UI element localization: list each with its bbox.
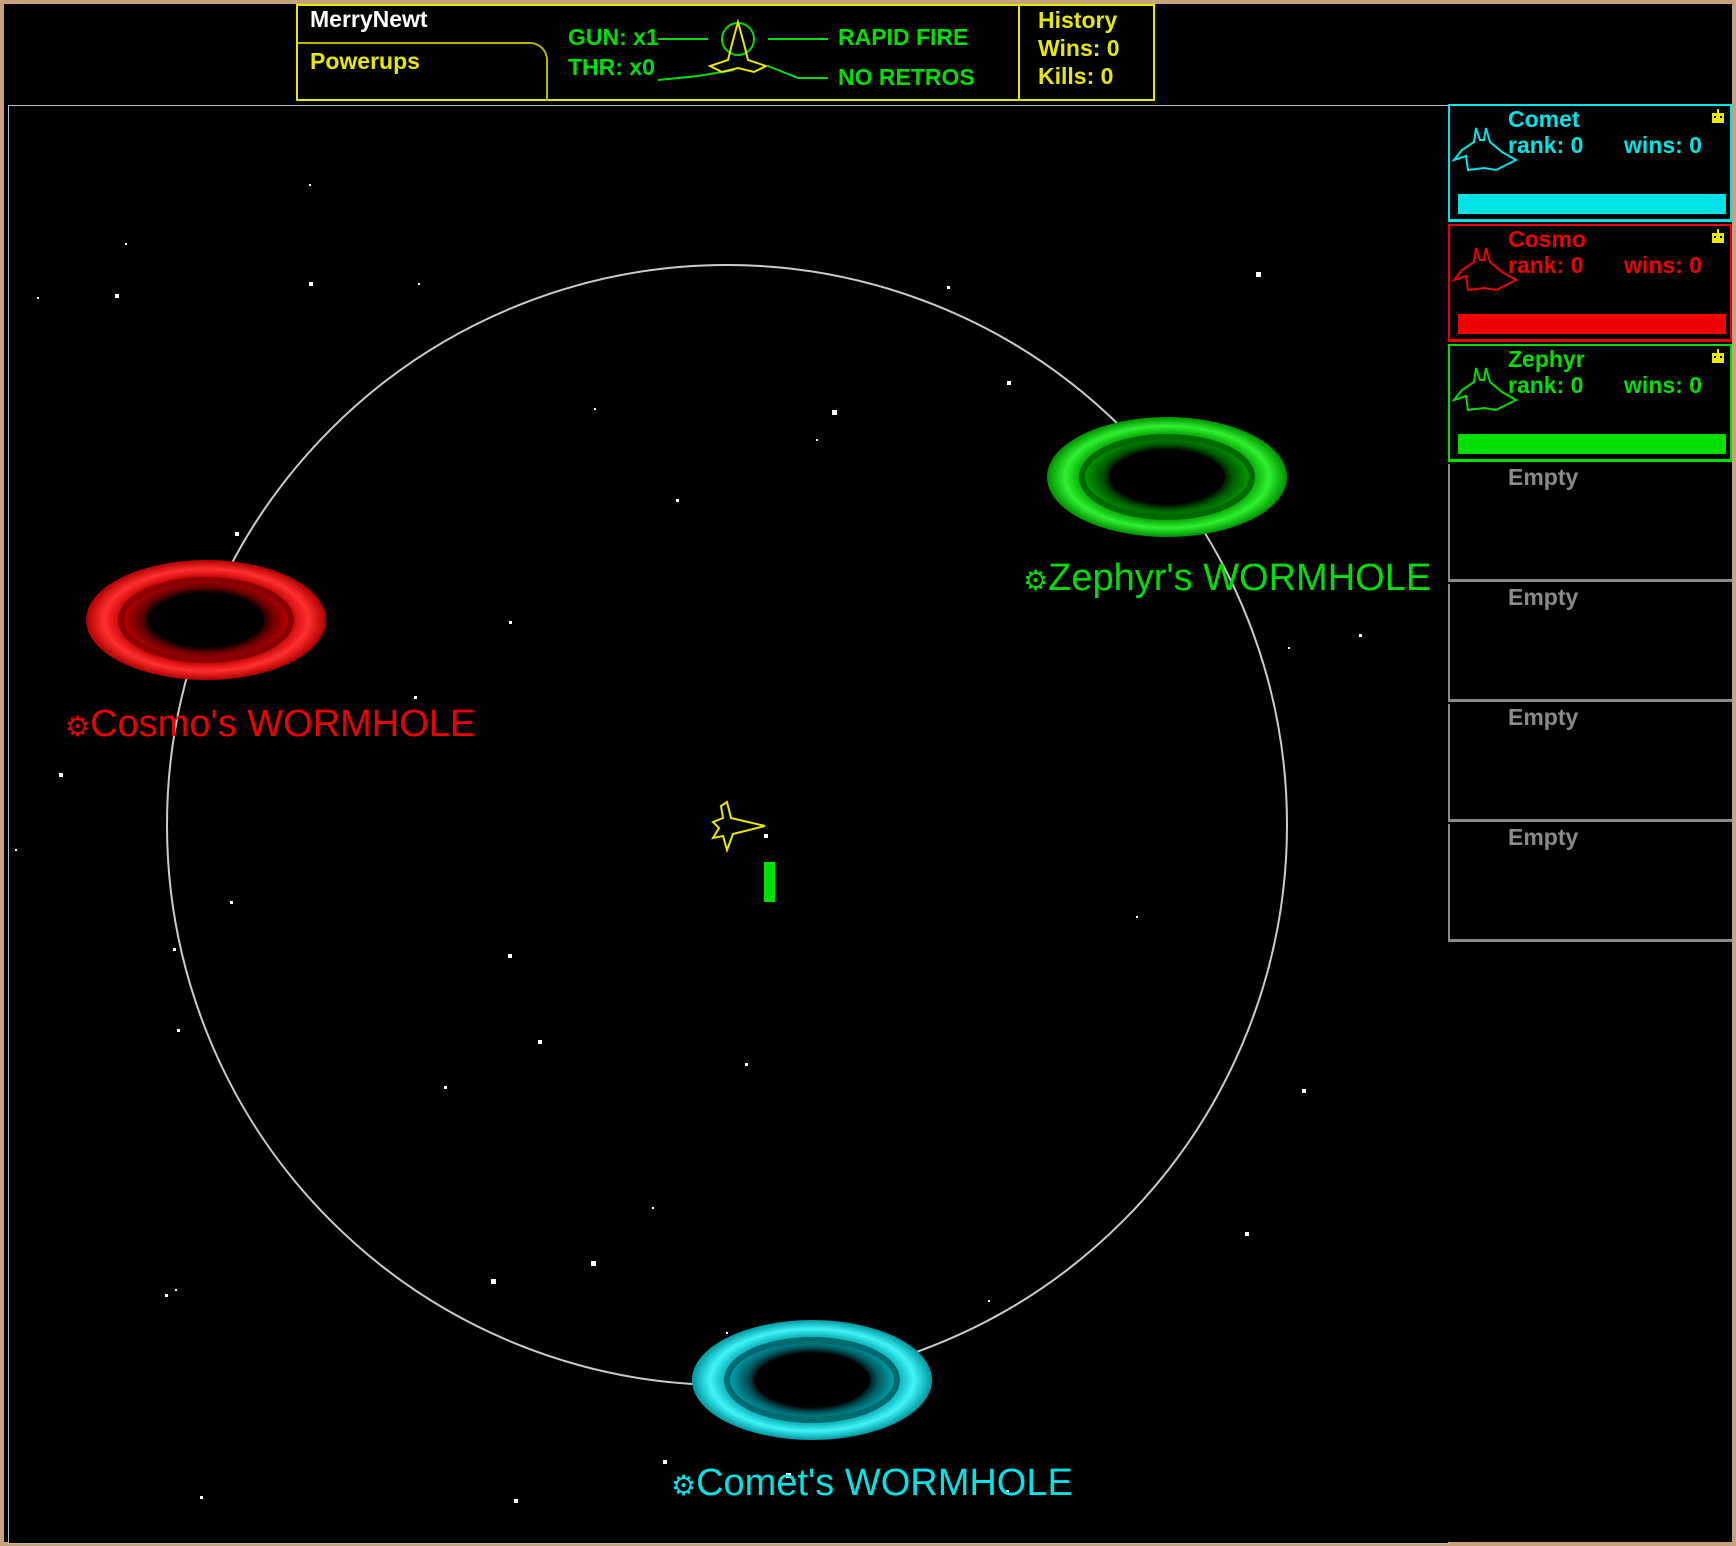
- gear-icon: ⚙: [65, 711, 91, 742]
- empty-slot-label: Empty: [1508, 704, 1579, 730]
- empty-slot[interactable]: Empty: [1448, 824, 1732, 942]
- player-health-bar: [1458, 434, 1726, 454]
- comet-wormhole-label: ⚙Comet's WORMHOLE: [671, 1462, 1073, 1504]
- player-wins: wins: 0: [1624, 132, 1702, 158]
- history-label: History: [1038, 7, 1118, 33]
- robot-icon: [1712, 349, 1724, 363]
- cosmo-wormhole-label: ⚙Cosmo's WORMHOLE: [65, 703, 476, 745]
- player-health-bar: [1458, 314, 1726, 334]
- player-card-zephyr[interactable]: Zephyr rank: 0 wins: 0: [1448, 344, 1732, 462]
- kills-count: Kills: 0: [1038, 63, 1114, 89]
- starfield: [15, 184, 1362, 1503]
- player-name: Comet: [1508, 106, 1580, 132]
- player-list: Comet rank: 0 wins: 0 Cosmo rank: 0 wins…: [1448, 104, 1732, 1542]
- comet-wormhole: [692, 1320, 932, 1440]
- gear-icon: ⚙: [1023, 565, 1049, 596]
- player-name: Cosmo: [1508, 226, 1586, 252]
- ship-status-icon: [658, 18, 828, 81]
- player-rank: rank: 0: [1508, 252, 1584, 278]
- player-health-bar: [1458, 194, 1726, 214]
- player-card-comet[interactable]: Comet rank: 0 wins: 0: [1448, 104, 1732, 222]
- zephyr-wormhole: [1047, 417, 1287, 537]
- empty-slot[interactable]: Empty: [1448, 464, 1732, 582]
- retros-status: NO RETROS: [838, 64, 975, 90]
- player-shield-bar: [764, 862, 775, 902]
- thrust-level: THR: x0: [568, 54, 655, 80]
- player-rank: rank: 0: [1508, 132, 1584, 158]
- powerups-label: Powerups: [310, 48, 420, 74]
- gun-level: GUN: x1: [568, 24, 659, 50]
- player-wins: wins: 0: [1624, 372, 1702, 398]
- hud-panel: MerryNewt Powerups GUN: x1 THR: x0 RAPID…: [296, 4, 1155, 101]
- cosmo-wormhole: [86, 560, 326, 680]
- empty-slot-label: Empty: [1508, 584, 1579, 610]
- empty-slot-label: Empty: [1508, 824, 1579, 850]
- robot-icon: [1712, 229, 1724, 243]
- game-window: MerryNewt Powerups GUN: x1 THR: x0 RAPID…: [4, 4, 1732, 1544]
- zephyr-wormhole-label: ⚙Zephyr's WORMHOLE: [1023, 557, 1432, 599]
- gear-icon: ⚙: [671, 1470, 697, 1501]
- player-ship-icon: [710, 800, 766, 854]
- arena-canvas: [15, 184, 1362, 1503]
- player-wins: wins: 0: [1624, 252, 1702, 278]
- empty-slot[interactable]: Empty: [1448, 704, 1732, 822]
- powerups-tab[interactable]: Powerups: [298, 42, 548, 101]
- player-rank: rank: 0: [1508, 372, 1584, 398]
- history-panel[interactable]: History Wins: 0 Kills: 0: [1018, 6, 1155, 99]
- player-name: MerryNewt: [310, 6, 428, 32]
- wins-count: Wins: 0: [1038, 35, 1120, 61]
- rapid-fire-status: RAPID FIRE: [838, 24, 969, 50]
- arena[interactable]: ⚙Cosmo's WORMHOLE ⚙Zephyr's WORMHOLE ⚙Co…: [8, 105, 1449, 1544]
- empty-slot-label: Empty: [1508, 464, 1579, 490]
- empty-slot[interactable]: Empty: [1448, 584, 1732, 702]
- player-card-cosmo[interactable]: Cosmo rank: 0 wins: 0: [1448, 224, 1732, 342]
- player-name: Zephyr: [1508, 346, 1585, 372]
- robot-icon: [1712, 109, 1724, 123]
